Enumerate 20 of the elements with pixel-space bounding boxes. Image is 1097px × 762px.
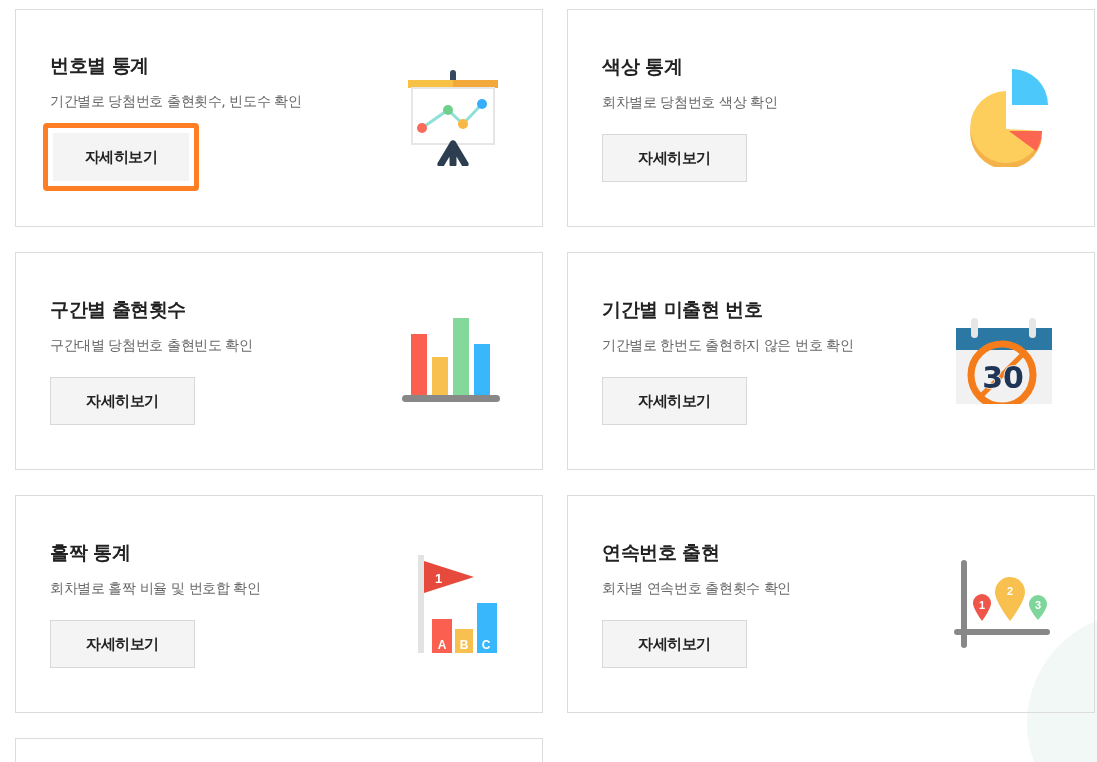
card-title: 번호별 통계 [50,53,149,78]
details-button[interactable]: 자세히보기 [50,620,195,668]
card-description: 구간대별 당첨번호 출현빈도 확인 [50,337,253,355]
card-description: 회차별 연속번호 출현횟수 확인 [602,580,791,598]
bar-chart-icon [402,318,500,404]
details-button[interactable]: 자세히보기 [50,377,195,425]
details-button[interactable]: 자세히보기 [602,134,747,182]
card-title: 구간별 출현횟수 [50,297,186,322]
details-button[interactable]: 자세히보기 [602,620,747,668]
card-description: 회차별로 홀짝 비율 및 번호합 확인 [50,580,261,598]
presentation-board-icon [408,70,500,166]
card-title: 색상 통계 [602,54,683,79]
details-button[interactable]: 자세히보기 [43,123,199,191]
card-description: 기간별로 한번도 출현하지 않은 번호 확인 [602,337,854,355]
card-title: 기간별 미출현 번호 [602,297,763,322]
card-title: 연속번호 출현 [602,540,720,565]
card-description: 기간별로 당첨번호 출현횟수, 빈도수 확인 [50,93,302,111]
details-button[interactable]: 자세히보기 [602,377,747,425]
card-description: 회차별로 당첨번호 색상 확인 [602,94,778,112]
card-title: 홀짝 통계 [50,540,131,565]
